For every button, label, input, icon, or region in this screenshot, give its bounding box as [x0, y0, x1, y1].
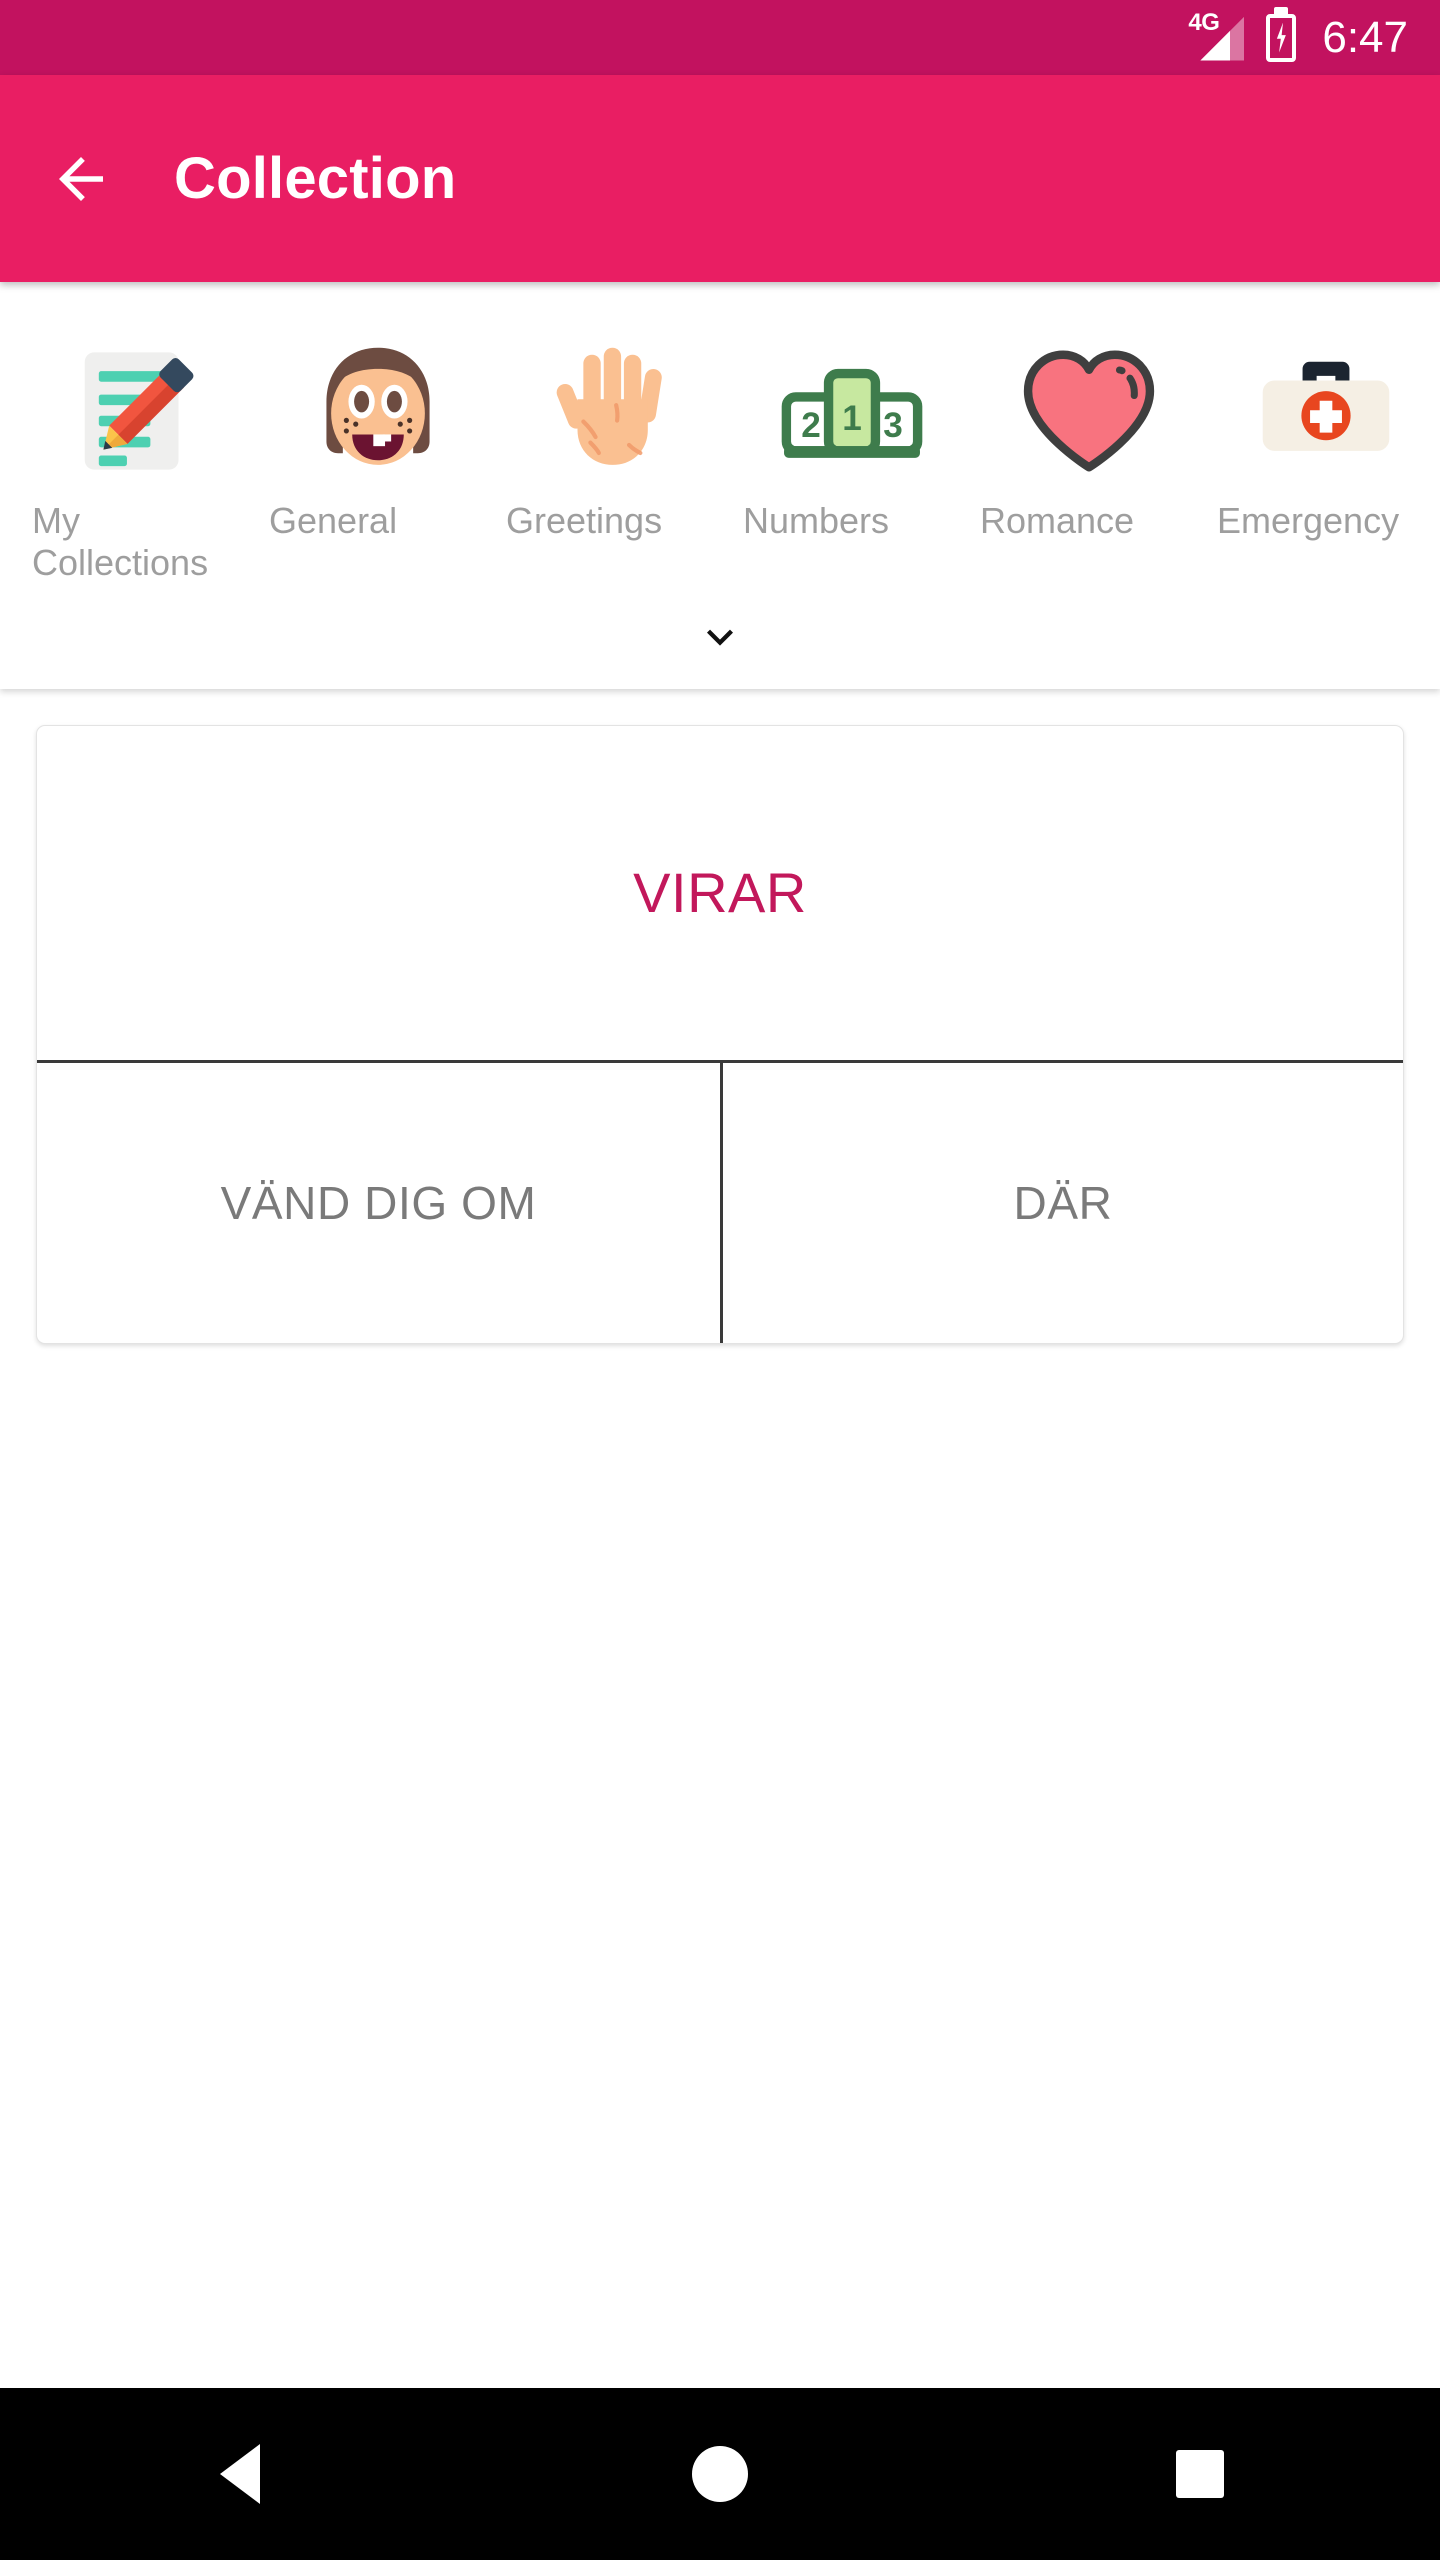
app-screen: 4G 6:47 Collection My Collections Genera…: [0, 0, 1440, 2560]
category-item-general[interactable]: General: [259, 328, 496, 542]
category-label: My Collections: [32, 500, 209, 584]
phrase-card: VIRAR VÄND DIG OM DÄR: [36, 724, 1404, 1344]
first-aid-kit-icon: [1243, 328, 1409, 494]
signal-bars-icon: 4G: [1188, 10, 1245, 61]
svg-text:2: 2: [801, 406, 821, 445]
status-bar-clock: 6:47: [1322, 12, 1408, 62]
nav-back-triangle-icon: [220, 2444, 260, 2504]
nav-back-button[interactable]: [140, 2388, 340, 2560]
svg-text:1: 1: [842, 399, 862, 438]
category-label: General: [269, 500, 398, 541]
podium-123-icon: 2 1 3: [769, 328, 935, 494]
category-item-romance[interactable]: Romance: [970, 328, 1207, 542]
charging-bolt-icon: [1276, 22, 1286, 53]
heart-icon: [1006, 328, 1172, 494]
open-hand-icon: [532, 328, 698, 494]
category-item-my-collections[interactable]: My Collections: [22, 328, 259, 585]
status-bar: 4G 6:47: [0, 0, 1440, 75]
network-type-label: 4G: [1188, 8, 1220, 36]
category-label: Emergency: [1217, 500, 1400, 541]
phrase-options-row: VÄND DIG OM DÄR: [37, 1062, 1403, 1343]
category-row[interactable]: My Collections General Greetings 2 1 3 N…: [0, 328, 1440, 585]
category-item-emergency[interactable]: Emergency: [1207, 328, 1440, 542]
back-arrow-icon[interactable]: [48, 146, 114, 212]
app-bar: Collection: [0, 75, 1440, 282]
chevron-down-icon: [707, 629, 733, 646]
phrase-option-text: DÄR: [1013, 1176, 1113, 1229]
svg-text:3: 3: [883, 406, 903, 445]
status-bar-icons: 4G 6:47: [1188, 10, 1408, 62]
girl-face-icon: [295, 328, 461, 494]
battery-charging-icon: [1266, 13, 1297, 62]
nav-home-circle-icon: [692, 2446, 748, 2502]
category-panel: My Collections General Greetings 2 1 3 N…: [0, 282, 1440, 689]
phrase-option-left[interactable]: VÄND DIG OM: [37, 1063, 720, 1343]
nav-recents-square-icon: [1176, 2450, 1224, 2498]
expand-categories-button[interactable]: [0, 585, 1440, 689]
category-label: Romance: [980, 500, 1135, 541]
content-area: VIRAR VÄND DIG OM DÄR: [0, 688, 1440, 2388]
phrase-option-text: VÄND DIG OM: [220, 1176, 537, 1229]
phrase-option-right[interactable]: DÄR: [720, 1062, 1403, 1343]
memo-pencil-icon: [58, 328, 224, 494]
phrase-primary-cell[interactable]: VIRAR: [37, 726, 1403, 1063]
nav-recents-button[interactable]: [1100, 2388, 1300, 2560]
category-item-greetings[interactable]: Greetings: [496, 328, 733, 542]
category-label: Numbers: [743, 500, 890, 541]
category-item-numbers[interactable]: 2 1 3 Numbers: [733, 328, 970, 542]
nav-home-button[interactable]: [620, 2388, 820, 2560]
phrase-primary-text: VIRAR: [633, 861, 807, 925]
page-title: Collection: [174, 146, 457, 211]
android-navigation-bar: [0, 2388, 1440, 2560]
category-label: Greetings: [506, 500, 663, 541]
